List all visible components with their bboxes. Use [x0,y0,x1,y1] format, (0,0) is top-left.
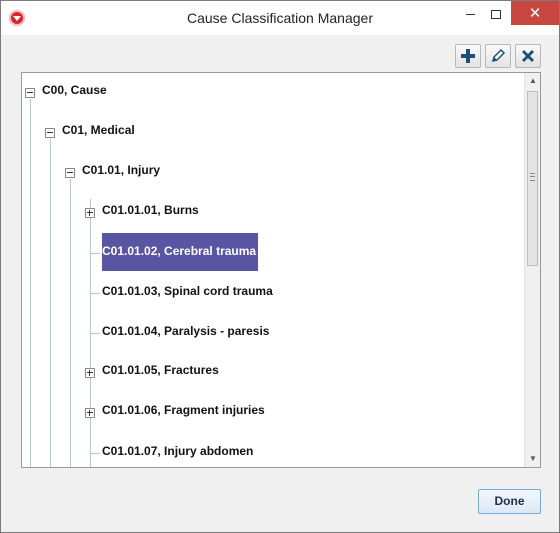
scroll-down-icon[interactable]: ▼ [525,451,540,467]
tree-node-c01-01-05[interactable]: C01.01.05, Fractures [102,363,219,377]
tree-node-c01-01-07[interactable]: C01.01.07, Injury abdomen [102,444,253,458]
title-bar[interactable]: Cause Classification Manager ✕ [1,1,559,35]
tree-connector [90,453,100,454]
tree-connector [90,333,100,334]
tree-node-c01-01-02[interactable]: C01.01.02, Cerebral trauma [102,244,256,258]
close-button[interactable]: ✕ [511,1,559,25]
tree-node-c01[interactable]: C01, Medical [62,123,135,137]
add-button[interactable] [455,44,481,68]
minimize-button[interactable] [457,1,483,27]
tree-guide-line [30,99,31,467]
collapse-toggle[interactable] [65,168,75,178]
classification-tree[interactable]: C00, Cause C01, Medical C01.01, Injury C… [21,72,541,468]
vertical-scrollbar[interactable]: ▲ ▼ [524,73,540,467]
tree-guide-line [50,139,51,467]
maximize-icon [491,10,501,20]
expand-toggle[interactable] [85,208,95,218]
collapse-toggle[interactable] [25,88,35,98]
tree-node-c01-01-06[interactable]: C01.01.06, Fragment injuries [102,403,265,417]
tree-guide-line [70,179,71,467]
add-icon [461,49,475,63]
scroll-up-icon[interactable]: ▲ [525,73,540,89]
pencil-icon [491,48,506,63]
tree-node-c00[interactable]: C00, Cause [42,83,107,97]
delete-button[interactable] [515,44,541,68]
tree-node-c01-01-01[interactable]: C01.01.01, Burns [102,203,199,217]
tree-view[interactable]: C00, Cause C01, Medical C01.01, Injury C… [22,73,524,467]
expand-toggle[interactable] [85,368,95,378]
scrollbar-thumb[interactable] [527,91,538,266]
tree-node-c01-01-03[interactable]: C01.01.03, Spinal cord trauma [102,284,273,298]
done-button[interactable]: Done [478,489,541,514]
tree-connector [90,253,100,254]
tree-connector [90,293,100,294]
tree-node-c01-01[interactable]: C01.01, Injury [82,163,160,177]
edit-button[interactable] [485,44,511,68]
tree-node-c01-01-04[interactable]: C01.01.04, Paralysis - paresis [102,324,269,338]
collapse-toggle[interactable] [45,128,55,138]
grip-icon [530,173,535,181]
maximize-button[interactable] [483,1,509,27]
minimize-icon [465,14,475,16]
expand-toggle[interactable] [85,408,95,418]
delete-icon [522,50,534,62]
dialog-window: Cause Classification Manager ✕ C00, Caus… [0,0,560,533]
